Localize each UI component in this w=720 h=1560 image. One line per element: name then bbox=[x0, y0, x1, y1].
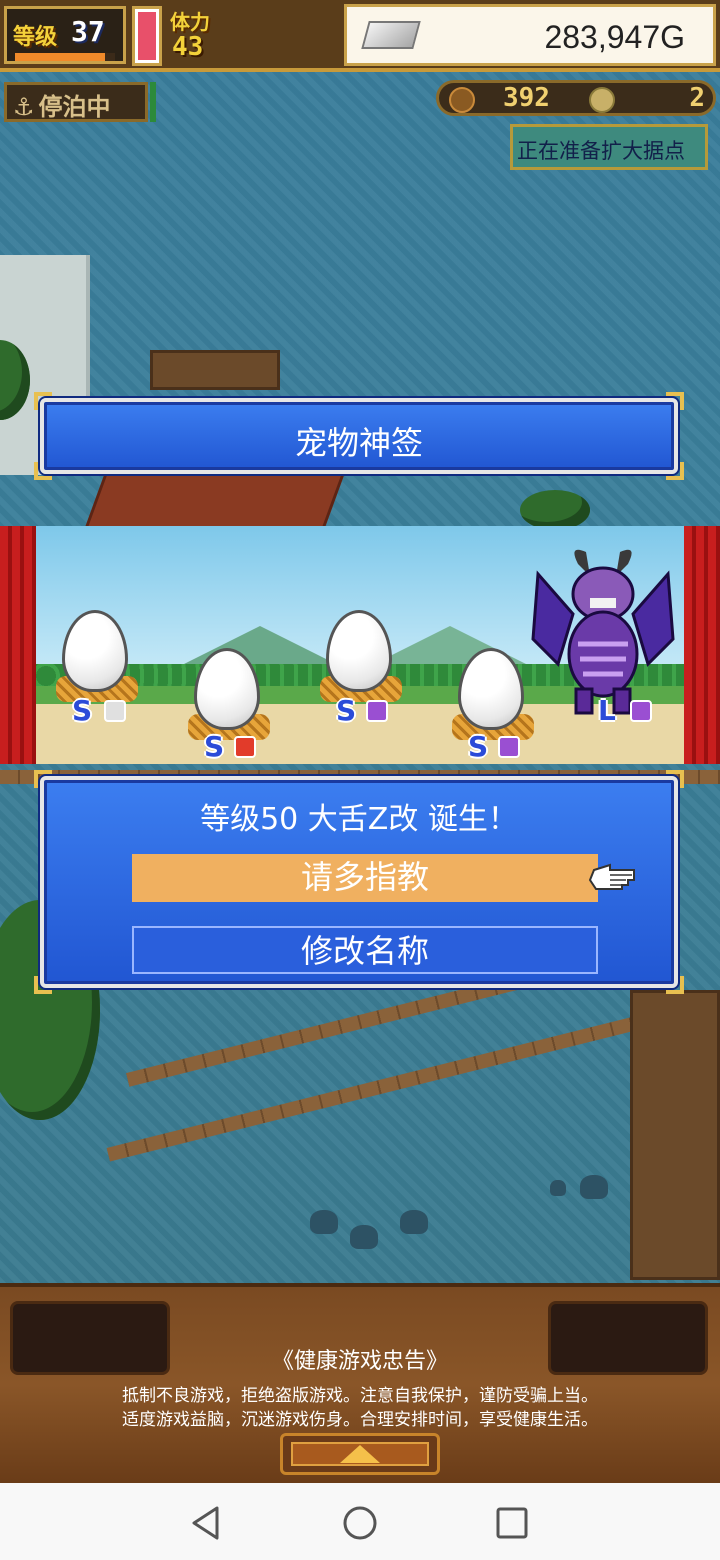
pier bbox=[630, 990, 720, 1280]
egg-type-icon bbox=[104, 700, 126, 722]
rock bbox=[400, 1210, 428, 1234]
hand-pointer-icon bbox=[588, 863, 635, 890]
health-advisory-line-1: 抵制不良游戏，拒绝盗版游戏。注意自我保护，谨防受骗上当。 bbox=[122, 1386, 598, 1406]
player-level-box: 等级 37 bbox=[4, 6, 126, 64]
health-advisory-title: 《健康游戏忠告》 bbox=[271, 1349, 448, 1374]
egg-rank: S bbox=[336, 694, 357, 727]
hatch-scene: S S S S L bbox=[0, 526, 720, 764]
pet-egg bbox=[62, 610, 128, 692]
stage-curtain-right bbox=[684, 526, 720, 764]
rename-option[interactable]: 修改名称 bbox=[132, 926, 598, 974]
gold-display: 283,947G bbox=[344, 4, 716, 66]
status-indicator bbox=[150, 82, 156, 122]
hatch-result-dialog: 等级50 大舌Z改 诞生！ 请多指教 修改名称 bbox=[34, 770, 684, 994]
nav-home-button[interactable] bbox=[338, 1501, 382, 1545]
panel-title: 宠物神签 bbox=[294, 424, 423, 462]
confirm-option[interactable]: 请多指教 bbox=[132, 854, 598, 902]
resource-b-value: 2 bbox=[689, 83, 705, 113]
nav-recents-icon bbox=[496, 1507, 528, 1539]
stamina-value: 43 bbox=[172, 32, 204, 62]
medal-icon bbox=[589, 87, 615, 113]
rock bbox=[350, 1225, 378, 1249]
egg-type-icon bbox=[366, 700, 388, 722]
nav-back-button[interactable] bbox=[184, 1501, 228, 1545]
top-hud: 等级 37 体力 43 283,947G bbox=[0, 0, 720, 72]
egg-type-icon bbox=[498, 736, 520, 758]
rock bbox=[310, 1210, 338, 1234]
anchor-icon: ⚓ bbox=[13, 93, 35, 121]
expand-menu-button[interactable] bbox=[280, 1433, 440, 1475]
nav-recents-button[interactable] bbox=[490, 1501, 534, 1545]
level-value: 37 bbox=[71, 15, 105, 48]
dragon-monster bbox=[531, 549, 675, 715]
level-progress-bar bbox=[15, 53, 115, 61]
stage-curtain-left bbox=[0, 526, 36, 764]
health-advisory-line-2: 适度游戏益脑，沉迷游戏伤身。合理安排时间，享受健康生活。 bbox=[122, 1410, 598, 1430]
resource-a-value: 392 bbox=[503, 83, 550, 113]
nav-home-icon bbox=[343, 1506, 377, 1540]
wooden-walkway bbox=[106, 1012, 654, 1162]
resource-bar: 392 2 bbox=[436, 80, 716, 116]
pet-lottery-title-panel: 宠物神签 bbox=[34, 392, 684, 480]
rock bbox=[550, 1180, 566, 1196]
system-nav-bar bbox=[0, 1483, 720, 1560]
monster-rank: L bbox=[598, 694, 616, 727]
pet-egg bbox=[326, 610, 392, 692]
monster-type-icon bbox=[630, 700, 652, 722]
egg-rank: S bbox=[204, 730, 225, 763]
nav-back-icon bbox=[192, 1506, 219, 1540]
building-roof bbox=[82, 465, 348, 535]
bottom-console: 《健康游戏忠告》 抵制不良游戏，拒绝盗版游戏。注意自我保护，谨防受骗上当。 适度… bbox=[0, 1283, 720, 1483]
level-label: 等级 bbox=[13, 25, 58, 50]
gold-value: 283,947G bbox=[544, 19, 685, 55]
arrow-up-icon bbox=[340, 1445, 380, 1463]
rock bbox=[580, 1175, 608, 1199]
tree bbox=[520, 490, 590, 530]
stamina-label: 体力 bbox=[170, 10, 210, 34]
ship-coin-icon bbox=[449, 87, 475, 113]
stamina-gauge bbox=[132, 6, 162, 66]
egg-type-icon bbox=[234, 736, 256, 758]
moored-status[interactable]: ⚓ 停泊中 bbox=[4, 82, 148, 122]
expansion-notice: 正在准备扩大据点 bbox=[510, 124, 708, 170]
silver-bar-icon bbox=[361, 21, 421, 49]
hatch-result-message: 等级50 大舌Z改 诞生！ bbox=[200, 802, 518, 837]
egg-rank: S bbox=[72, 694, 93, 727]
moored-status-label: 停泊中 bbox=[38, 93, 111, 121]
egg-rank: S bbox=[468, 730, 489, 763]
dock-platform bbox=[150, 350, 280, 390]
